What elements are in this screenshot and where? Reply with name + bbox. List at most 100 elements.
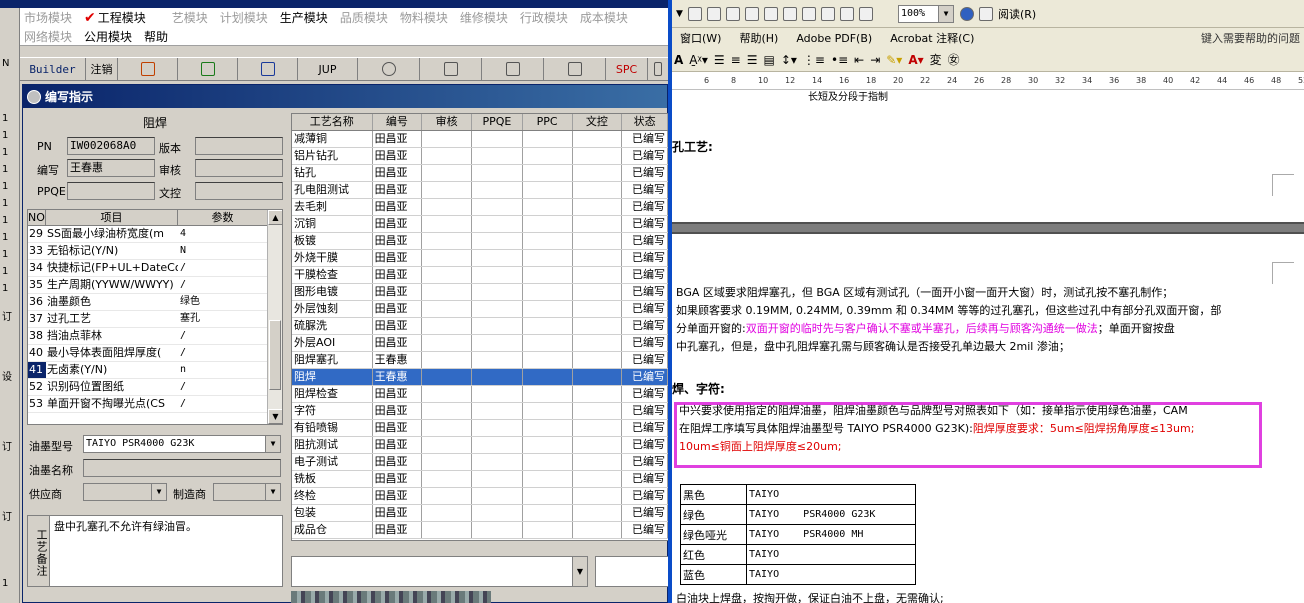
ink-name-field[interactable] — [83, 459, 281, 477]
menu-material-module[interactable]: 物料模块 — [400, 9, 448, 26]
doc-control-field[interactable] — [195, 182, 283, 200]
chevron-down-icon[interactable]: ▼ — [572, 557, 587, 586]
process-row[interactable]: 成品仓 田昌亚 已编写 — [292, 522, 668, 539]
help-icon[interactable] — [960, 7, 974, 21]
process-row[interactable]: 硫脲洗 田昌亚 已编写 — [292, 318, 668, 335]
parameter-row[interactable]: 37 过孔工艺 塞孔 — [28, 311, 268, 328]
process-row[interactable]: 孔电阻测试 田昌亚 已编写 — [292, 182, 668, 199]
show-hide-icon[interactable] — [820, 7, 835, 21]
scroll-down-button[interactable]: ▼ — [268, 409, 282, 424]
decrease-indent-icon[interactable]: ⇤ — [854, 53, 864, 67]
calendar-button[interactable] — [118, 58, 178, 80]
parameter-row[interactable]: 34 快捷标记(FP+UL+DateCo / — [28, 260, 268, 277]
read-button[interactable]: 阅读(R) — [998, 6, 1036, 22]
help-search-hint[interactable]: 键入需要帮助的问题 — [1201, 30, 1300, 46]
menu-process-module[interactable]: 艺模块 — [172, 9, 208, 26]
font-size-indicator[interactable]: A — [674, 53, 683, 67]
process-row[interactable]: 铣板 田昌亚 已编写 — [292, 471, 668, 488]
process-row[interactable]: 包装 田昌亚 已编写 — [292, 505, 668, 522]
left-window-title-bar[interactable] — [0, 0, 668, 8]
menu-admin-module[interactable]: 行政模块 — [520, 9, 568, 26]
char-scale-icon[interactable]: A̱ᵡ▾ — [689, 53, 708, 67]
col-header-param[interactable]: 参数 — [178, 210, 268, 225]
process-row[interactable]: 外层蚀刻 田昌亚 已编写 — [292, 301, 668, 318]
increase-indent-icon[interactable]: ⇥ — [870, 53, 880, 67]
ink-model-select[interactable]: TAIYO PSR4000 G23K ▼ — [83, 435, 281, 453]
zoom-select[interactable]: 100% ▼ — [898, 5, 954, 23]
menu-network-module[interactable]: 网络模块 — [24, 28, 72, 45]
process-row[interactable]: 终检 田昌亚 已编写 — [292, 488, 668, 505]
scroll-up-button[interactable]: ▲ — [268, 210, 282, 225]
tools-button[interactable] — [482, 58, 544, 80]
parameter-row[interactable]: 53 单面开窗不掏曝光点(CS / — [28, 396, 268, 413]
logout-button[interactable]: 注销 — [86, 58, 118, 80]
dialog-title-bar[interactable]: 编写指示 — [23, 85, 667, 108]
supplier-select[interactable]: ▼ — [83, 483, 167, 501]
col-header-ppc[interactable]: PPC — [523, 114, 573, 130]
parameter-row[interactable]: 52 识别码位置图纸 / — [28, 379, 268, 396]
parameter-row[interactable]: 29 SS面最小绿油桥宽度(m 4 — [28, 226, 268, 243]
scroll-thumb[interactable] — [269, 320, 281, 390]
review-field[interactable] — [195, 159, 283, 177]
process-row[interactable]: 电子测试 田昌亚 已编写 — [292, 454, 668, 471]
spc-button[interactable]: SPC — [606, 58, 648, 80]
database-button[interactable] — [420, 58, 482, 80]
col-header-no[interactable]: NO — [28, 210, 46, 225]
process-row[interactable]: 外层AOI 田昌亚 已编写 — [292, 335, 668, 352]
menu-plan-module[interactable]: 计划模块 — [220, 9, 268, 26]
bottom-field-box[interactable] — [595, 556, 668, 587]
computer-button[interactable] — [544, 58, 606, 80]
process-row[interactable]: 板镀 田昌亚 已编写 — [292, 233, 668, 250]
align-center-icon[interactable]: ≡ — [731, 53, 741, 67]
menu-market-module[interactable]: 市场模块 — [24, 9, 72, 26]
builder-button[interactable]: Builder — [20, 58, 86, 80]
process-row[interactable]: 阻焊塞孔 王春惠 已编写 — [292, 352, 668, 369]
menu-help[interactable]: 帮助 — [144, 28, 168, 45]
ppqe-field[interactable] — [67, 182, 155, 200]
bullets-icon[interactable]: •≡ — [831, 53, 848, 67]
tables-borders-icon[interactable] — [706, 7, 721, 21]
writer-field[interactable]: 王春惠 — [67, 159, 155, 177]
drawing-icon[interactable] — [782, 7, 797, 21]
align-right-icon[interactable]: ☰ — [747, 53, 758, 67]
phonetic-guide-icon[interactable]: 変 — [930, 51, 942, 68]
numbering-icon[interactable]: ⋮≡ — [803, 53, 825, 67]
toolbar-overflow[interactable] — [648, 58, 668, 80]
col-header-code[interactable]: 编号 — [373, 114, 423, 130]
process-row[interactable]: 阻焊检查 田昌亚 已编写 — [292, 386, 668, 403]
menu-help[interactable]: 帮助(H) — [739, 30, 778, 46]
bottom-combo-box[interactable]: ▼ — [291, 556, 588, 587]
chevron-down-icon[interactable]: ▼ — [151, 484, 166, 500]
font-color-icon[interactable]: A▾ — [908, 53, 923, 67]
chevron-down-icon[interactable]: ▼ — [265, 436, 280, 452]
process-row[interactable]: 外烧干膜 田昌亚 已编写 — [292, 250, 668, 267]
process-row[interactable]: 有铅喷锡 田昌亚 已编写 — [292, 420, 668, 437]
col-header-ppqe[interactable]: PPQE — [472, 114, 523, 130]
parameter-row[interactable]: 36 油墨颜色 绿色 — [28, 294, 268, 311]
col-header-doc-control[interactable]: 文控 — [573, 114, 623, 130]
version-field[interactable] — [195, 137, 283, 155]
paragraph-mark-icon[interactable] — [839, 7, 854, 21]
align-justify-icon[interactable]: ☰ — [714, 53, 725, 67]
insert-excel-icon[interactable] — [744, 7, 759, 21]
parameter-row[interactable]: 33 无铅标记(Y/N) N — [28, 243, 268, 260]
insert-table-icon[interactable] — [725, 7, 740, 21]
excel-button[interactable] — [178, 58, 238, 80]
parameter-row[interactable]: 40 最小导体表面阻焊厚度(/ — [28, 345, 268, 362]
menu-production-module[interactable]: 生产模块 — [280, 9, 328, 26]
menu-maintenance-module[interactable]: 维修模块 — [460, 9, 508, 26]
menu-cost-module[interactable]: 成本模块 — [580, 9, 628, 26]
parameter-grid-scrollbar[interactable]: ▲ ▼ — [267, 210, 282, 424]
process-row[interactable]: 阻焊 王春惠 已编写 — [292, 369, 668, 386]
highlight-icon[interactable]: ✎▾ — [886, 53, 902, 67]
parameter-row[interactable]: 41 无卤素(Y/N) n — [28, 362, 268, 379]
view-button[interactable] — [358, 58, 420, 80]
word-button[interactable] — [238, 58, 298, 80]
menu-common-module[interactable]: 公用模块 — [84, 28, 132, 45]
col-header-status[interactable]: 状态 — [622, 114, 668, 130]
process-row[interactable]: 减薄铜 田昌亚 已编写 — [292, 131, 668, 148]
process-row[interactable]: 字符 田昌亚 已编写 — [292, 403, 668, 420]
process-row[interactable]: 阻抗测试 田昌亚 已编写 — [292, 437, 668, 454]
parameter-row[interactable]: 38 挡油点菲林 / — [28, 328, 268, 345]
process-notes-text[interactable]: 盘中孔塞孔不允许有绿油冒。 — [54, 518, 197, 534]
